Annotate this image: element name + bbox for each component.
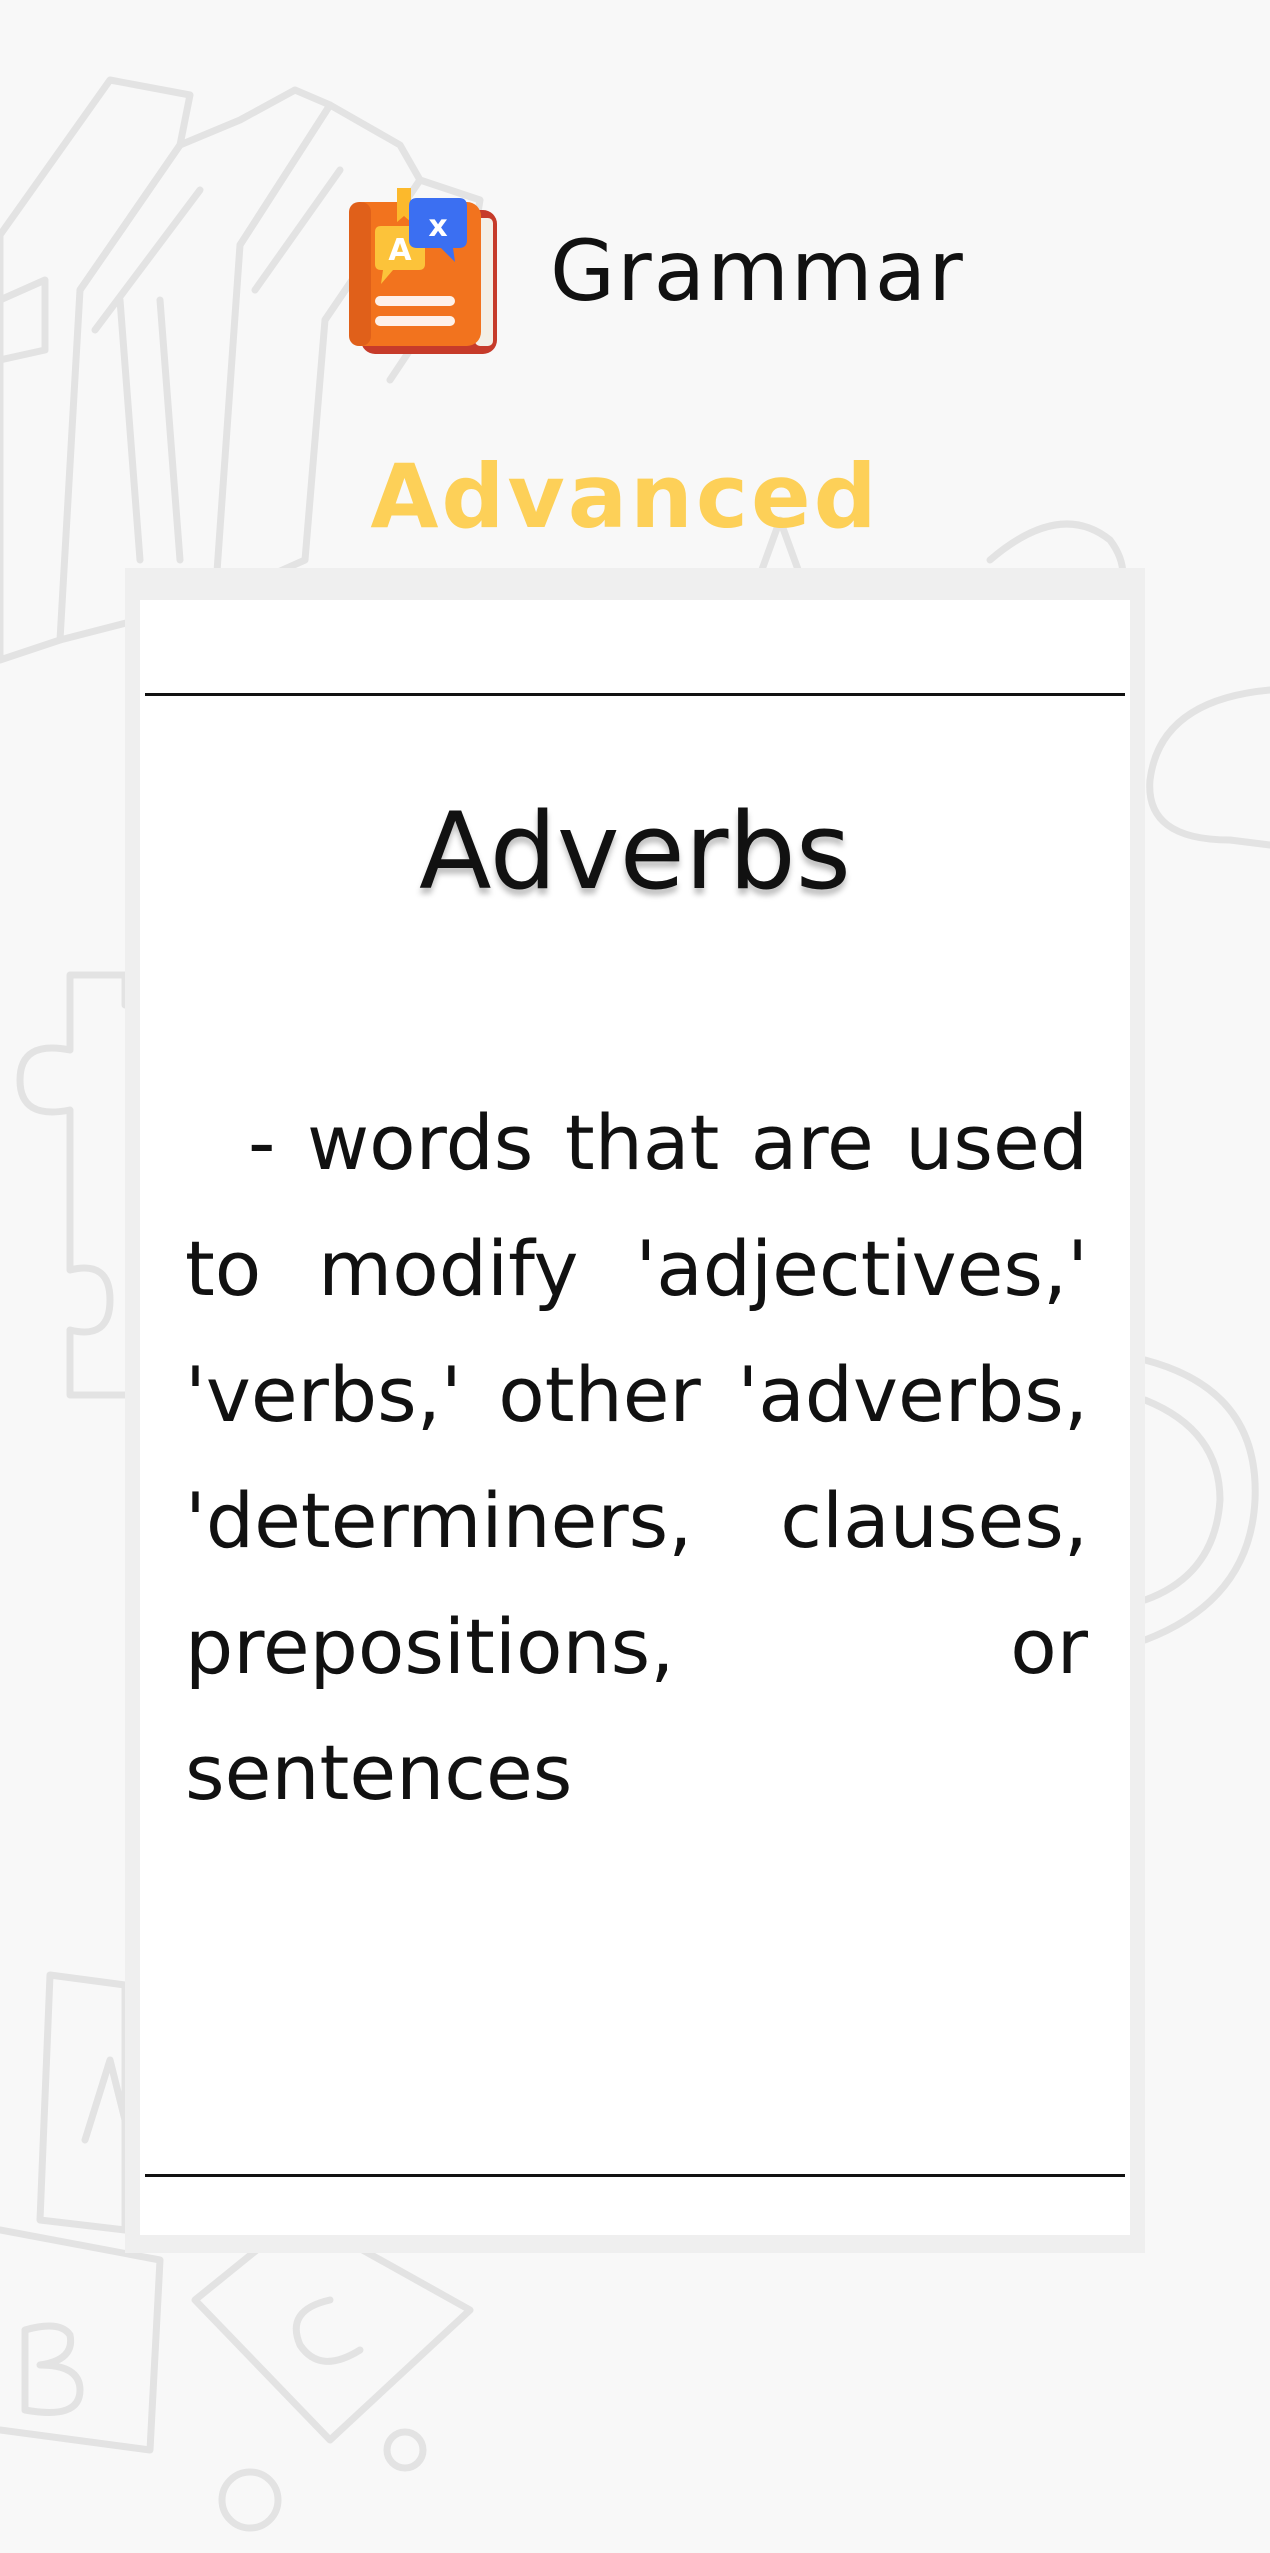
grammar-book-translate-icon: A x bbox=[349, 188, 497, 354]
svg-text:x: x bbox=[428, 209, 447, 244]
svg-text:A: A bbox=[388, 233, 412, 268]
card-bottom-divider bbox=[145, 2174, 1125, 2177]
app-title: Grammar bbox=[550, 222, 965, 320]
card-top-divider bbox=[145, 693, 1125, 696]
topic-title: Adverbs bbox=[419, 790, 851, 913]
app-header: A x Grammar bbox=[0, 170, 1270, 370]
flashcard: Adverbs - words that are used to modify … bbox=[140, 600, 1130, 2235]
mug-doodle bbox=[1141, 1356, 1259, 1644]
definition-text: - words that are used to modify 'adjecti… bbox=[185, 1098, 1088, 1817]
puzzle-piece-doodle bbox=[16, 971, 129, 1399]
level-label: Advanced bbox=[370, 445, 880, 548]
